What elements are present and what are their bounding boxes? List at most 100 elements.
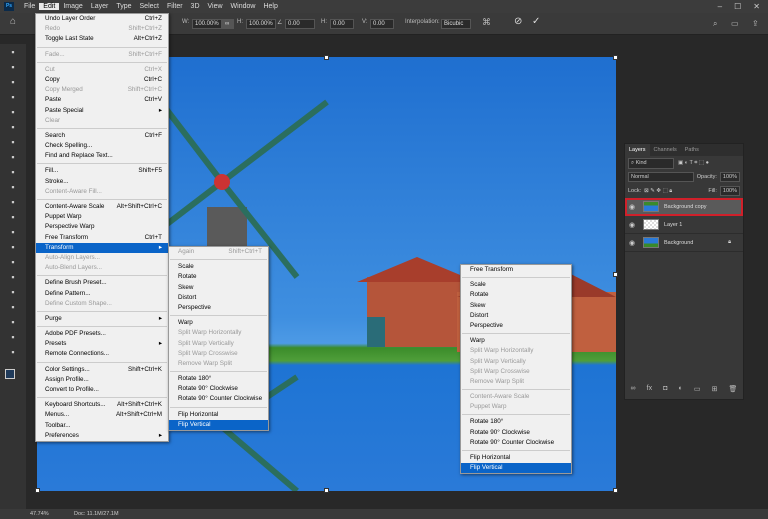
visibility-eye-icon[interactable]: ◉ <box>625 203 639 211</box>
healing-tool-icon[interactable]: ▪ <box>5 151 21 164</box>
visibility-eye-icon[interactable]: ◉ <box>625 239 639 247</box>
delete-icon[interactable]: 🗑︎ <box>729 385 738 393</box>
menu-item-define-brush-preset[interactable]: Define Brush Preset... <box>36 278 168 288</box>
menu-item-remote-connections[interactable]: Remote Connections... <box>36 349 168 359</box>
menu-item-preferences[interactable]: Preferences ▸ <box>36 431 168 441</box>
menu-item-split-warp-crosswise[interactable]: Split Warp Crosswise <box>169 349 268 359</box>
group-icon[interactable]: ▭ <box>694 385 701 393</box>
menu-edit[interactable]: Edit <box>39 3 60 10</box>
menu-item-warp[interactable]: Warp <box>169 318 268 328</box>
menu-item-transform[interactable]: Transform ▸ <box>36 242 168 253</box>
menu-item-split-warp-vertically[interactable]: Split Warp Vertically <box>169 339 268 349</box>
layer-row[interactable]: ◉ Background 🔒︎ <box>625 234 743 252</box>
menu-item-redo[interactable]: Redo Shift+Ctrl+Z <box>36 24 168 34</box>
tab-layers[interactable]: Layers <box>625 144 650 156</box>
warp-mode-icon[interactable]: ⌘ <box>482 17 491 28</box>
menu-item-split-warp-vertically[interactable]: Split Warp Vertically <box>461 357 571 367</box>
menu-item-flip-horizontal[interactable]: Flip Horizontal <box>461 453 571 463</box>
menu-item-remove-warp-split[interactable]: Remove Warp Split <box>169 359 268 369</box>
vskew-input[interactable]: 0.00 <box>370 19 394 29</box>
transform-handle[interactable] <box>613 488 618 493</box>
menu-filter[interactable]: Filter <box>163 3 187 10</box>
menu-item-rotate-180[interactable]: Rotate 180° <box>461 417 571 427</box>
history-brush-tool-icon[interactable]: ▪ <box>5 196 21 209</box>
menu-item-clear[interactable]: Clear <box>36 116 168 126</box>
menu-item-flip-vertical[interactable]: Flip Vertical <box>461 463 571 474</box>
menu-item-adobe-pdf-presets[interactable]: Adobe PDF Presets... <box>36 329 168 339</box>
menu-item-rotate-90-counter-clockwise[interactable]: Rotate 90° Counter Clockwise <box>169 394 268 404</box>
transform-handle[interactable] <box>35 488 40 493</box>
menu-item-auto-align-layers[interactable]: Auto-Align Layers... <box>36 253 168 263</box>
layer-row[interactable]: ◉ Layer 1 <box>625 216 743 234</box>
menu-item-stroke[interactable]: Stroke... <box>36 177 168 187</box>
menu-item-fade[interactable]: Fade... Shift+Ctrl+F <box>36 50 168 60</box>
menu-item-content-aware-scale[interactable]: Content-Aware Scale <box>461 392 571 402</box>
hskew-input[interactable]: 0.00 <box>330 19 354 29</box>
lock-icons[interactable]: ⊠ ✎ ✥ ⬚ 🔒︎ <box>644 188 672 195</box>
menu-item-flip-horizontal[interactable]: Flip Horizontal <box>169 410 268 420</box>
minimize-button[interactable]: – <box>718 2 722 11</box>
menu-item-keyboard-shortcuts[interactable]: Keyboard Shortcuts... Alt+Shift+Ctrl+K <box>36 400 168 410</box>
menu-item-content-aware-fill[interactable]: Content-Aware Fill... <box>36 187 168 197</box>
interpolation-select[interactable]: Bicubic <box>441 19 471 29</box>
fill-input[interactable]: 100% <box>719 186 740 196</box>
home-icon[interactable]: ⌂ <box>10 16 16 27</box>
transform-handle[interactable] <box>324 488 329 493</box>
menu-item-scale[interactable]: Scale <box>169 262 268 272</box>
menu-item-rotate-180[interactable]: Rotate 180° <box>169 374 268 384</box>
menu-type[interactable]: Type <box>112 3 135 10</box>
brush-tool-icon[interactable]: ▪ <box>5 166 21 179</box>
layer-row[interactable]: ◉ Background copy <box>625 198 743 216</box>
menu-item-rotate-90-counter-clockwise[interactable]: Rotate 90° Counter Clockwise <box>461 438 571 448</box>
menu-item-fill[interactable]: Fill... Shift+F5 <box>36 166 168 176</box>
menu-item-auto-blend-layers[interactable]: Auto-Blend Layers... <box>36 263 168 273</box>
stamp-tool-icon[interactable]: ▪ <box>5 181 21 194</box>
cancel-transform-icon[interactable]: ⊘ <box>514 16 522 27</box>
menu-item-split-warp-horizontally[interactable]: Split Warp Horizontally <box>169 328 268 338</box>
menu-item-convert-to-profile[interactable]: Convert to Profile... <box>36 385 168 395</box>
menu-item-toolbar[interactable]: Toolbar... <box>36 421 168 431</box>
menu-item-copy[interactable]: Copy Ctrl+C <box>36 75 168 85</box>
width-input[interactable]: 100.00% <box>192 19 222 29</box>
menu-item-again[interactable]: Again Shift+Ctrl+T <box>169 247 268 257</box>
menu-item-copy-merged[interactable]: Copy Merged Shift+Ctrl+C <box>36 85 168 95</box>
menu-item-toggle-last-state[interactable]: Toggle Last State Alt+Ctrl+Z <box>36 34 168 44</box>
menu-item-rotate-90-clockwise[interactable]: Rotate 90° Clockwise <box>169 384 268 394</box>
link-layers-icon[interactable]: ∞ <box>631 385 636 393</box>
menu-item-define-custom-shape[interactable]: Define Custom Shape... <box>36 299 168 309</box>
gradient-tool-icon[interactable]: ▪ <box>5 226 21 239</box>
menu-item-free-transform[interactable]: Free Transform <box>461 265 571 275</box>
hand-tool-icon[interactable]: ▪ <box>5 331 21 344</box>
blend-mode-select[interactable]: Normal <box>628 172 694 182</box>
adjustment-icon[interactable]: ◐ <box>679 385 683 393</box>
height-input[interactable]: 100.00% <box>246 19 276 29</box>
menu-view[interactable]: View <box>204 3 227 10</box>
angle-input[interactable]: 0.00 <box>285 19 315 29</box>
filter-icons[interactable]: ▣ ◐ T ⌗ ⬚ ● <box>678 160 709 167</box>
share-icon[interactable]: ⇪ <box>752 19 759 28</box>
menu-item-paste-special[interactable]: Paste Special ▸ <box>36 106 168 116</box>
menu-item-assign-profile[interactable]: Assign Profile... <box>36 375 168 385</box>
opacity-input[interactable]: 100% <box>719 172 740 182</box>
search-icon[interactable]: ⌕ <box>713 19 717 29</box>
menu-window[interactable]: Window <box>227 3 260 10</box>
mask-icon[interactable]: ◘ <box>663 385 667 393</box>
menu-item-perspective-warp[interactable]: Perspective Warp <box>36 222 168 232</box>
menu-item-skew[interactable]: Skew <box>169 283 268 293</box>
menu-item-flip-vertical[interactable]: Flip Vertical <box>169 419 268 430</box>
menu-item-puppet-warp[interactable]: Puppet Warp <box>461 402 571 412</box>
lasso-tool-icon[interactable]: ▪ <box>5 76 21 89</box>
workspace-icon[interactable]: ▭ <box>731 19 739 28</box>
menu-item-distort[interactable]: Distort <box>169 293 268 303</box>
menu-item-skew[interactable]: Skew <box>461 301 571 311</box>
close-button[interactable]: ✕ <box>753 2 760 11</box>
menu-item-split-warp-crosswise[interactable]: Split Warp Crosswise <box>461 367 571 377</box>
menu-item-rotate-90-clockwise[interactable]: Rotate 90° Clockwise <box>461 428 571 438</box>
tab-paths[interactable]: Paths <box>681 147 703 153</box>
menu-item-paste[interactable]: Paste Ctrl+V <box>36 95 168 105</box>
menu-item-perspective[interactable]: Perspective <box>169 303 268 313</box>
menu-file[interactable]: File <box>20 3 39 10</box>
tab-channels[interactable]: Channels <box>650 147 681 153</box>
menu-item-rotate[interactable]: Rotate <box>169 272 268 282</box>
layer-filter-select[interactable]: ⌕ Kind <box>628 157 674 169</box>
